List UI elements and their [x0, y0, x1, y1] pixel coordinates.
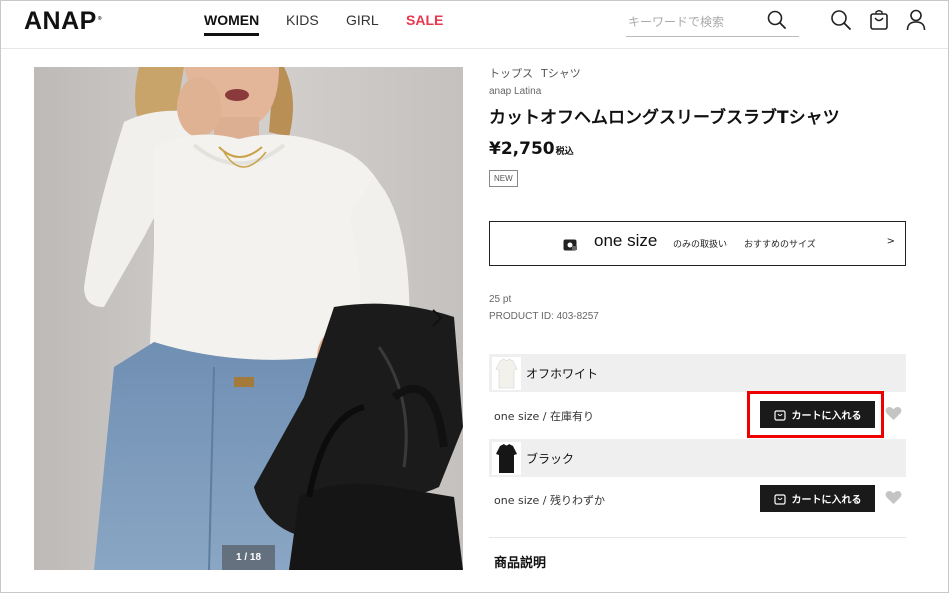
image-counter: 1 / 18 — [222, 545, 275, 570]
tax-label: 税込 — [555, 147, 574, 157]
nav-girl[interactable]: GIRL — [346, 12, 379, 28]
size-guide-box[interactable]: one size のみの取扱い おすすめのサイズ > — [489, 221, 906, 266]
variant-color-name: オフホワイト — [526, 367, 599, 381]
product-info: トップス Tシャツ anap Latina カットオフヘムロングスリーブスラブTシ… — [489, 65, 907, 187]
nav-women[interactable]: WOMEN — [204, 12, 260, 36]
divider — [489, 537, 906, 538]
recommend-size-link: おすすめのサイズ — [744, 240, 816, 250]
favorite-heart-icon[interactable] — [885, 406, 902, 425]
variant-thumbnail[interactable] — [492, 442, 521, 475]
nav-kids[interactable]: KIDS — [286, 12, 319, 28]
stock-status: one size / 残りわずか — [494, 494, 605, 507]
measuring-tape-icon — [563, 236, 577, 255]
new-badge: NEW — [489, 170, 518, 187]
breadcrumb: トップス Tシャツ — [489, 65, 907, 81]
product-price: ¥2,750税込 — [489, 139, 574, 159]
search-icon[interactable] — [767, 10, 787, 34]
variant-header-black: ブラック — [489, 439, 906, 477]
variant-color-name: ブラック — [526, 452, 575, 466]
search-input[interactable] — [628, 11, 758, 33]
product-image[interactable] — [34, 67, 463, 570]
nav-sale[interactable]: SALE — [406, 12, 443, 28]
cart-icon — [773, 494, 786, 505]
product-id: PRODUCT ID: 403-8257 — [489, 311, 599, 322]
search-icon[interactable] — [830, 9, 852, 35]
anap-logo[interactable]: ANAP® — [24, 7, 102, 36]
stock-status: one size / 在庫有り — [494, 410, 594, 423]
points-label: 25 pt — [489, 294, 512, 305]
product-title: カットオフヘムロングスリーブスラブTシャツ — [489, 108, 840, 128]
breadcrumb-tshirt[interactable]: Tシャツ — [541, 67, 581, 80]
size-label: one size — [594, 231, 658, 250]
favorite-heart-icon[interactable] — [885, 490, 902, 509]
brand-name[interactable]: anap Latina — [489, 86, 907, 97]
size-note: のみの取扱い — [673, 240, 728, 250]
variant-thumbnail[interactable] — [492, 357, 521, 390]
description-heading[interactable]: 商品説明 — [494, 552, 546, 571]
add-to-cart-button[interactable]: カートに入れる — [760, 485, 875, 512]
breadcrumb-tops[interactable]: トップス — [489, 67, 533, 80]
search-box — [626, 10, 799, 37]
highlight-box — [747, 391, 884, 438]
variant-row-black: one size / 残りわずか カートに入れる — [489, 476, 906, 522]
chevron-right-icon: > — [886, 236, 895, 247]
site-header: ANAP® WOMEN KIDS GIRL SALE — [1, 1, 948, 49]
variant-header-offwhite: オフホワイト — [489, 354, 906, 392]
cart-icon[interactable] — [869, 9, 889, 35]
user-icon[interactable] — [906, 9, 926, 35]
